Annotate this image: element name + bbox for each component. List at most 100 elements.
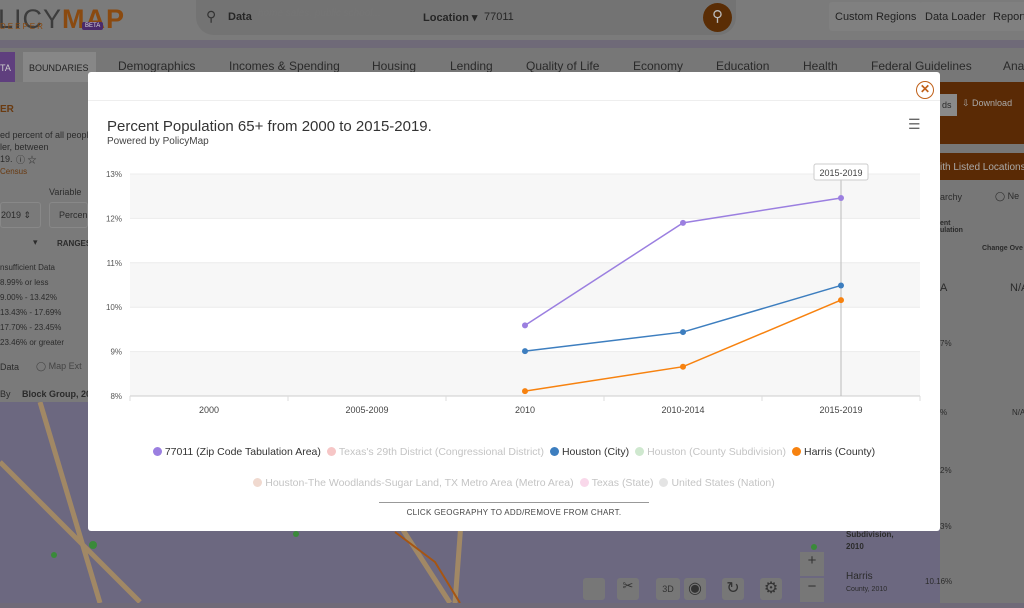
nav-demographics[interactable]: Demographics [118, 59, 195, 73]
logo-subtitle: DEEPER [0, 22, 45, 31]
legend-item[interactable]: Houston (County Subdivision) [635, 446, 786, 458]
records-button[interactable]: ds [940, 94, 957, 116]
info-icon[interactable]: ⓘ ☆ [16, 153, 37, 166]
line-chart: 8% 9% 10% 11% 12% 13% 2000 2005-2009 2010 2010-20… [106, 163, 921, 415]
legend-row: Houston-The Woodlands-Sugar Land, TX Met… [88, 474, 940, 492]
nav-education[interactable]: Education [716, 59, 769, 73]
data-point [838, 194, 844, 201]
left-panel: ER ed percent of all peopl ler, between … [0, 82, 91, 402]
row-sub: County, 2010 [846, 586, 888, 593]
cell-value: 10.16% [925, 577, 953, 586]
location-input[interactable]: 77011 [484, 11, 514, 23]
cell-value: N/A [1012, 408, 1024, 417]
right-panel: ds ⇩ Download ith Listed Locations archy… [940, 82, 1024, 603]
cell-value: A [940, 282, 948, 294]
x-tick-label: 2010-2014 [661, 405, 704, 415]
location-dropdown[interactable]: Location ▾ [423, 11, 477, 24]
download-button[interactable]: ⇩ Download [962, 98, 1012, 109]
data-radio-label[interactable]: Data [0, 362, 19, 372]
legend-range: 9.00% - 13.42% [0, 293, 57, 302]
column-header: Change Ove [982, 245, 1023, 252]
ranges-tab[interactable]: RANGES [57, 239, 91, 248]
draw-tool-button[interactable] [583, 578, 605, 600]
gear-icon[interactable]: ⚙ [760, 578, 782, 600]
y-tick-label: 10% [106, 303, 122, 312]
custom-regions-button[interactable]: Custom Regions [829, 2, 923, 31]
legend-range: nsufficient Data [0, 263, 55, 272]
map-extent-label: Map Ext [48, 361, 82, 371]
data-point [522, 322, 528, 329]
nearby-radio[interactable]: ◯ Ne [995, 191, 1019, 202]
legend-label: 77011 (Zip Code Tabulation Area) [164, 445, 321, 458]
row-name-harris[interactable]: Harris [846, 571, 873, 582]
tab-boundaries[interactable]: BOUNDARIES [23, 52, 96, 82]
block-group-select[interactable]: Block Group, 20 [22, 389, 91, 399]
tooltip-label: 2015-2019 [819, 168, 862, 178]
row-sub: Subdivision, [846, 530, 894, 539]
zoom-in-button[interactable]: + [800, 552, 824, 576]
zoom-out-button[interactable]: − [800, 578, 824, 602]
year-value: 2019 [1, 210, 22, 220]
legend-label: Texas's 29th District (Congressional Dis… [338, 445, 544, 458]
listed-locations-label: ith Listed Locations [940, 162, 1024, 173]
legend-label: United States (Nation) [671, 476, 775, 489]
variable-select[interactable]: Percen [49, 202, 88, 228]
nearby-label: Ne [1007, 191, 1020, 201]
legend-dot-icon [635, 447, 645, 456]
legend-dot-icon [579, 478, 589, 487]
by-label: By [0, 389, 11, 399]
y-tick-label: 9% [110, 348, 122, 357]
legend-range: 23.46% or greater [0, 338, 65, 347]
nav-analytics[interactable]: Ana [1003, 59, 1024, 73]
legend-item[interactable]: Houston (City) [549, 445, 630, 458]
download-label: Download [972, 98, 1013, 108]
legend-item[interactable]: Texas (State) [579, 477, 653, 489]
year-select[interactable]: 2019 ⇕ [0, 202, 41, 228]
top-bar: LICYMAP DEEPER BETA ⚲ Data Location ▾ 77… [0, 0, 1024, 40]
nav-lending[interactable]: Lending [450, 59, 493, 73]
legend-dot-icon [791, 447, 801, 456]
data-loader-button[interactable]: Data Loader [919, 2, 992, 31]
grid-band [130, 174, 920, 219]
legend-label: Houston (County Subdivision) [647, 445, 786, 458]
search-button[interactable]: ⚲ [703, 3, 732, 32]
report-button[interactable]: Report [987, 2, 1024, 31]
data-label: Data [228, 11, 252, 23]
search-bar: ⚲ Data Location ▾ 77011 [196, 0, 736, 35]
x-tick-label: 2015-2019 [819, 405, 862, 415]
legend-range: 8.99% or less [0, 278, 49, 287]
panel-desc: ed percent of all peopl [0, 130, 89, 140]
legend-range: 13.43% - 17.69% [0, 308, 62, 317]
legend-dot-icon [549, 447, 559, 456]
data-search-input[interactable] [258, 8, 408, 19]
tab-data[interactable]: TA [0, 52, 15, 82]
nav-federal-guidelines[interactable]: Federal Guidelines [871, 59, 972, 73]
cell-value: 7% [940, 339, 952, 348]
legend-item[interactable]: Harris (County) [791, 446, 875, 458]
legend-dot-icon [659, 478, 669, 487]
3d-button[interactable]: 3D [656, 578, 680, 600]
compass-icon[interactable]: ◉ [684, 578, 706, 600]
cell-value: 2% [940, 466, 952, 475]
hierarchy-radio[interactable]: archy [940, 192, 962, 202]
nav-housing[interactable]: Housing [372, 59, 416, 73]
chart-hint: CLICK GEOGRAPHY TO ADD/REMOVE FROM CHART… [406, 508, 622, 517]
nav-health[interactable]: Health [803, 59, 838, 73]
nav-quality-of-life[interactable]: Quality of Life [526, 59, 599, 73]
nav-incomes-spending[interactable]: Incomes & Spending [229, 59, 340, 73]
source-link[interactable]: Census [0, 167, 27, 176]
chevron-down-icon[interactable]: ▾ [33, 237, 38, 248]
legend-item[interactable]: Houston-The Woodlands-Sugar Land, TX Met… [253, 477, 574, 489]
chart-modal: ✕ Percent Population 65+ from 2000 to 20… [88, 72, 940, 531]
nav-economy[interactable]: Economy [633, 59, 683, 73]
refresh-icon[interactable]: ↻ [722, 578, 744, 600]
legend-label: Houston (City) [561, 445, 630, 458]
scissors-icon[interactable]: ✂ [617, 578, 639, 600]
x-tick-label: 2005-2009 [345, 405, 388, 415]
legend-item[interactable]: Texas's 29th District (Congressional Dis… [326, 445, 544, 458]
data-point [522, 348, 528, 355]
legend-item[interactable]: United States (Nation) [659, 476, 775, 489]
map-extent-radio[interactable]: ◯ Map Ext [36, 361, 82, 372]
x-tick-label: 2010 [515, 405, 535, 415]
legend-item[interactable]: 77011 (Zip Code Tabulation Area) [152, 445, 321, 458]
